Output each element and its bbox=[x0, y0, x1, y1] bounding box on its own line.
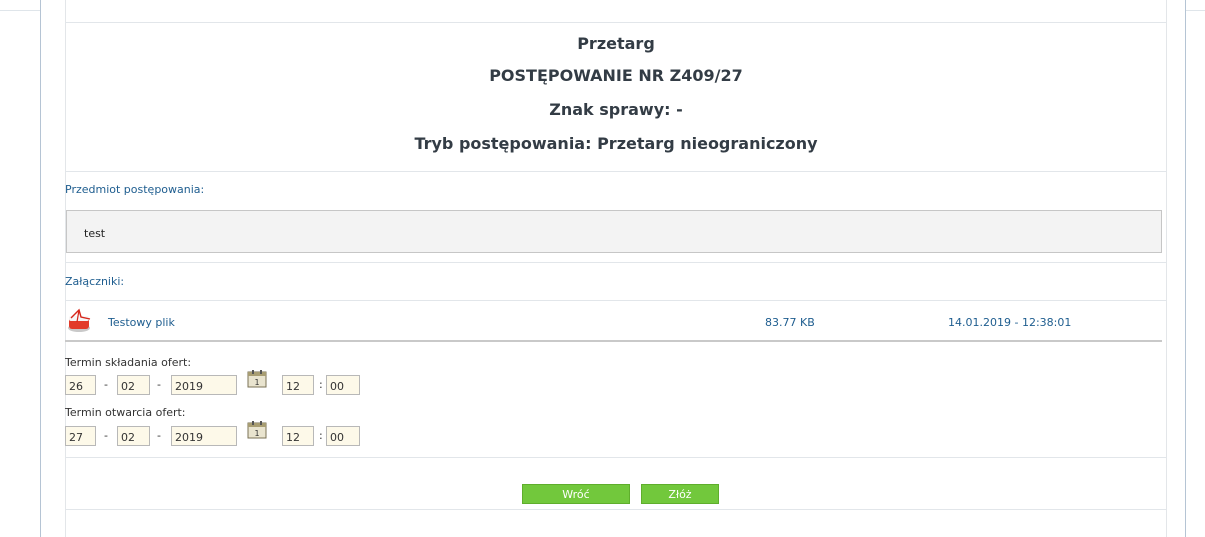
offer-day-input[interactable] bbox=[65, 375, 96, 395]
opening-deadline-label: Termin otwarcia ofert: bbox=[65, 406, 186, 419]
pdf-file-icon bbox=[68, 308, 91, 332]
divider bbox=[65, 262, 1167, 263]
calendar-icon[interactable]: 1 bbox=[247, 420, 267, 439]
offer-year-input[interactable] bbox=[171, 375, 237, 395]
svg-text:1: 1 bbox=[254, 378, 259, 387]
offer-minute-input[interactable] bbox=[326, 375, 360, 395]
back-button[interactable]: Wróć bbox=[522, 484, 630, 504]
case-reference: Znak sprawy: - bbox=[549, 100, 683, 119]
subject-label: Przedmiot postępowania: bbox=[65, 183, 205, 196]
divider bbox=[65, 22, 1167, 23]
offer-deadline-label: Termin składania ofert: bbox=[65, 356, 192, 369]
date-separator: - bbox=[157, 429, 161, 442]
opening-day-input[interactable] bbox=[65, 426, 96, 446]
opening-month-input[interactable] bbox=[117, 426, 150, 446]
attachment-date: 14.01.2019 - 12:38:01 bbox=[948, 316, 1072, 329]
divider bbox=[65, 300, 1167, 301]
attachment-size: 83.77 KB bbox=[765, 316, 815, 329]
attachments-label: Załączniki: bbox=[65, 275, 125, 288]
attachments-bottom-border bbox=[65, 340, 1162, 342]
offer-hour-input[interactable] bbox=[282, 375, 314, 395]
attachment-row: Testowy plik 83.77 KB 14.01.2019 - 12:38… bbox=[65, 302, 1167, 340]
offer-month-input[interactable] bbox=[117, 375, 150, 395]
subject-box: test bbox=[66, 210, 1162, 253]
case-number: POSTĘPOWANIE NR Z409/27 bbox=[489, 66, 743, 85]
date-separator: - bbox=[104, 378, 108, 391]
calendar-icon[interactable]: 1 bbox=[247, 369, 267, 388]
divider bbox=[65, 457, 1167, 458]
opening-hour-input[interactable] bbox=[282, 426, 314, 446]
opening-minute-input[interactable] bbox=[326, 426, 360, 446]
page-title: Przetarg bbox=[577, 34, 655, 53]
date-separator: - bbox=[104, 429, 108, 442]
attachment-link[interactable]: Testowy plik bbox=[108, 316, 175, 329]
time-separator: : bbox=[319, 429, 323, 442]
procedure-mode: Tryb postępowania: Przetarg nieograniczo… bbox=[414, 134, 818, 153]
divider bbox=[65, 171, 1167, 172]
date-separator: - bbox=[157, 378, 161, 391]
svg-text:1: 1 bbox=[254, 429, 259, 438]
time-separator: : bbox=[319, 378, 323, 391]
submit-button[interactable]: Złóż bbox=[641, 484, 719, 504]
divider bbox=[65, 509, 1167, 510]
subject-value: test bbox=[84, 227, 106, 240]
opening-year-input[interactable] bbox=[171, 426, 237, 446]
